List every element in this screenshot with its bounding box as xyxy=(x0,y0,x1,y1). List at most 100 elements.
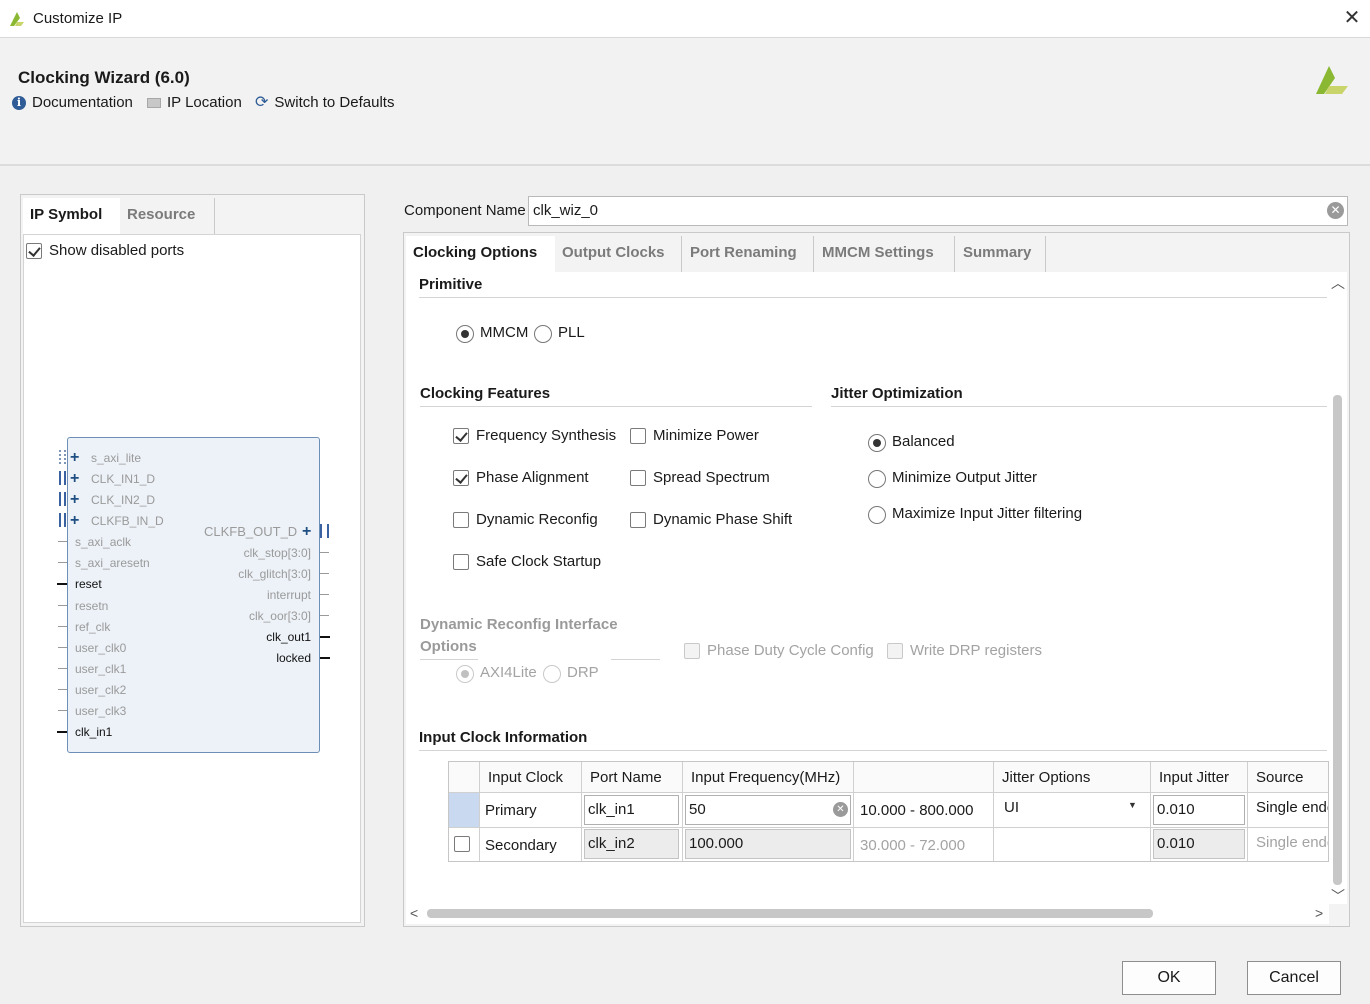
minimize-output-jitter-label: Minimize Output Jitter xyxy=(892,469,1038,486)
show-disabled-ports-checkbox[interactable] xyxy=(26,243,42,259)
dynamic-reconfig-checkbox[interactable] xyxy=(453,512,469,528)
jitter-options-select[interactable] xyxy=(994,828,1151,861)
expand-icon[interactable]: + xyxy=(70,492,79,508)
spread-spectrum-checkbox[interactable] xyxy=(630,470,646,486)
phase-alignment-checkbox[interactable] xyxy=(453,470,469,486)
tab-output-clocks[interactable]: Output Clocks xyxy=(555,236,682,272)
table-cell: 30.000 - 72.000 xyxy=(854,828,994,861)
port-pin xyxy=(58,668,67,669)
port-pin xyxy=(58,541,67,542)
port-pin xyxy=(57,583,67,585)
minimize-output-jitter-radio[interactable] xyxy=(868,470,886,488)
tab-ip-symbol[interactable]: IP Symbol xyxy=(23,198,120,234)
expand-icon[interactable]: + xyxy=(70,471,79,487)
divider xyxy=(831,406,1327,407)
drp-radio[interactable] xyxy=(543,665,561,683)
write-drp-registers-checkbox[interactable] xyxy=(887,643,903,659)
port-name-input[interactable]: clk_in2 xyxy=(584,829,679,859)
dynamic-reconfig-title-options: Options xyxy=(420,638,477,655)
port-pin xyxy=(320,552,329,553)
safe-clock-startup-checkbox[interactable] xyxy=(453,554,469,570)
expand-icon[interactable]: + xyxy=(302,524,311,540)
phase-alignment-label: Phase Alignment xyxy=(476,469,589,486)
input-frequency-input[interactable]: 50 xyxy=(685,795,851,825)
expand-icon[interactable]: + xyxy=(70,513,79,529)
bus-icon xyxy=(59,450,66,464)
jitter-optimization-title: Jitter Optimization xyxy=(831,385,963,402)
minimize-power-checkbox[interactable] xyxy=(630,428,646,444)
documentation-button[interactable]: i Documentation xyxy=(12,94,133,111)
port-label: user_clk0 xyxy=(75,641,127,655)
maximize-input-jitter-radio[interactable] xyxy=(868,506,886,524)
balanced-radio[interactable] xyxy=(868,434,886,452)
frequency-synthesis-checkbox[interactable] xyxy=(453,428,469,444)
table-header: Input Jitter xyxy=(1151,762,1248,793)
port-label: clk_in1 xyxy=(75,725,113,739)
close-icon[interactable]: ✕ xyxy=(1340,6,1364,30)
port-label: user_clk2 xyxy=(75,683,127,697)
port-name-input[interactable]: clk_in1 xyxy=(584,795,679,825)
primitive-title: Primitive xyxy=(419,276,483,293)
component-name-input[interactable]: clk_wiz_0 xyxy=(528,196,1348,226)
mmcm-radio[interactable] xyxy=(456,325,474,343)
input-clock-info-title: Input Clock Information xyxy=(419,729,588,746)
port-pin xyxy=(320,657,330,659)
bus-icon xyxy=(59,471,66,485)
port-pin xyxy=(320,573,329,574)
source-select[interactable]: Single ended xyxy=(1248,793,1328,828)
port-label: locked xyxy=(276,651,311,665)
source-select[interactable]: Single ended xyxy=(1248,828,1328,861)
balanced-label: Balanced xyxy=(892,433,955,450)
dynamic-phase-shift-checkbox[interactable] xyxy=(630,512,646,528)
port-pin xyxy=(58,605,67,606)
tab-port-renaming[interactable]: Port Renaming xyxy=(683,236,814,272)
axi4lite-radio[interactable] xyxy=(456,665,474,683)
secondary-clock-checkbox[interactable] xyxy=(454,836,470,852)
port-label: clk_out1 xyxy=(266,630,311,644)
dynamic-reconfig-label: Dynamic Reconfig xyxy=(476,511,598,528)
vertical-scroll-thumb[interactable] xyxy=(1333,395,1342,885)
table-cell: 10.000 - 800.000 xyxy=(854,793,994,828)
maximize-input-jitter-label: Maximize Input Jitter filtering xyxy=(892,505,1083,522)
divider xyxy=(420,659,478,660)
divider xyxy=(611,659,660,660)
scroll-left-icon[interactable]: < xyxy=(410,906,418,920)
row-selector[interactable] xyxy=(449,793,480,828)
port-label: reset xyxy=(75,577,102,591)
cancel-button[interactable]: Cancel xyxy=(1247,961,1341,995)
tab-resource[interactable]: Resource xyxy=(120,198,215,234)
switch-to-defaults-button[interactable]: ⟳ Switch to Defaults xyxy=(255,94,394,111)
chevron-down-icon[interactable]: ▼ xyxy=(1128,800,1137,810)
port-label: clk_oor[3:0] xyxy=(248,609,311,623)
horizontal-scroll-thumb[interactable] xyxy=(427,909,1153,918)
scroll-down-icon[interactable]: ﹀ xyxy=(1331,889,1345,903)
port-pin xyxy=(58,562,67,563)
port-pin xyxy=(58,647,67,648)
input-frequency-input[interactable]: 100.000 xyxy=(685,829,851,859)
ok-button[interactable]: OK xyxy=(1122,961,1216,995)
clear-icon[interactable]: ✕ xyxy=(1327,202,1344,219)
port-pin xyxy=(58,626,67,627)
phase-duty-cycle-config-checkbox[interactable] xyxy=(684,643,700,659)
bus-icon xyxy=(320,524,329,538)
jitter-options-select[interactable]: UI xyxy=(994,793,1151,828)
port-label: clk_stop[3:0] xyxy=(243,546,311,560)
table-header-select xyxy=(449,762,480,793)
input-jitter-input[interactable]: 0.010 xyxy=(1153,829,1245,859)
port-label: CLKFB_IN_D xyxy=(91,514,164,528)
tab-mmcm-settings[interactable]: MMCM Settings xyxy=(815,236,955,272)
tab-summary[interactable]: Summary xyxy=(956,236,1046,272)
tab-clocking-options[interactable]: Clocking Options xyxy=(406,236,555,272)
ip-location-button[interactable]: IP Location xyxy=(147,94,242,111)
title-bar: Customize IP ✕ xyxy=(0,0,1370,38)
port-label: user_clk3 xyxy=(75,704,127,718)
drp-label: DRP xyxy=(567,664,599,681)
port-label: CLKFB_OUT_D xyxy=(204,524,298,539)
pll-radio[interactable] xyxy=(534,325,552,343)
clear-icon[interactable]: ✕ xyxy=(833,802,848,817)
expand-icon[interactable]: + xyxy=(70,450,79,466)
show-disabled-ports-label: Show disabled ports xyxy=(49,242,185,259)
input-jitter-input[interactable]: 0.010 xyxy=(1153,795,1245,825)
scroll-right-icon[interactable]: > xyxy=(1315,906,1323,920)
scroll-up-icon[interactable]: ︿ xyxy=(1331,276,1345,290)
